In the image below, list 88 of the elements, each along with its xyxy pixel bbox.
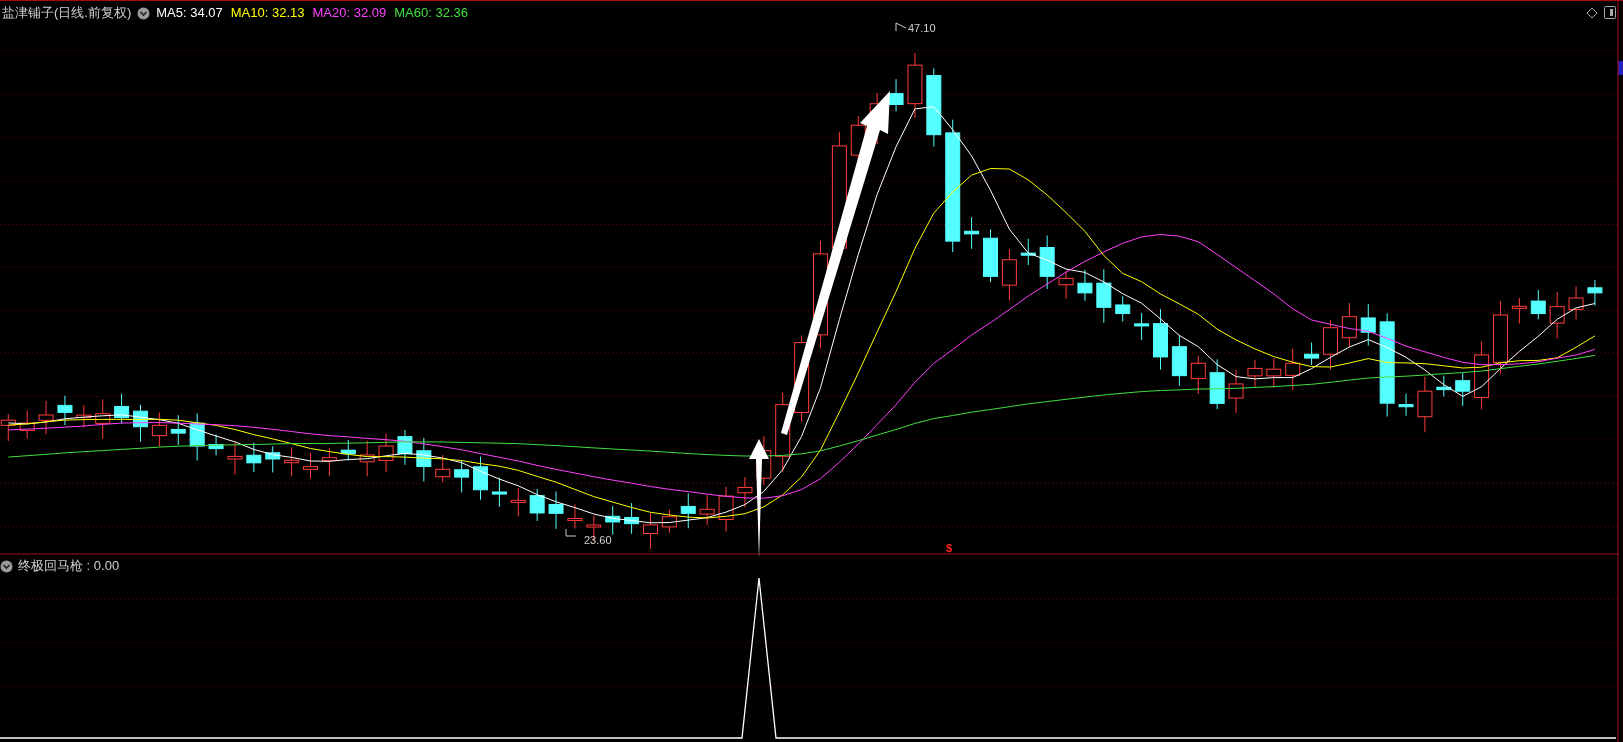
candlestick: [133, 404, 148, 443]
candlestick: [718, 486, 734, 532]
candlestick: [76, 404, 92, 429]
candlestick: [151, 412, 167, 448]
candlestick: [1153, 308, 1168, 371]
indicator-label: 终极回马枪 : 0.00: [18, 557, 120, 576]
diamond-icon[interactable]: [1586, 7, 1598, 19]
chart-title: 盐津铺子(日线.前复权): [1, 4, 132, 23]
candlestick: [19, 409, 35, 439]
candlestick: [38, 400, 54, 435]
candlestick: [1323, 319, 1338, 371]
panel-toggle-icon[interactable]: [1604, 6, 1616, 19]
collapse-icon[interactable]: [0, 559, 13, 573]
candlestick: [737, 476, 753, 508]
candlestick: [964, 216, 980, 250]
candlestick: [114, 393, 130, 424]
candlestick: [1039, 235, 1055, 290]
moving-average-value: MA10: 32.13: [230, 4, 305, 23]
scroll-marker[interactable]: [1618, 61, 1623, 75]
candlestick: [1247, 359, 1263, 388]
candlestick: [567, 503, 583, 529]
candlestick: [1020, 238, 1036, 266]
collapse-icon[interactable]: [137, 6, 151, 20]
signal-marker: $: [946, 541, 953, 556]
leader-line: [895, 22, 907, 32]
candlestick: [1455, 372, 1471, 407]
candlestick: [1530, 289, 1546, 320]
moving-average-value: MA5: 34.07: [156, 4, 223, 23]
candlestick: [643, 512, 658, 550]
candlestick: [983, 228, 998, 283]
candlestick: [510, 487, 526, 517]
candlestick: [435, 454, 451, 483]
candlestick: [529, 488, 545, 522]
candlestick: [57, 395, 73, 426]
candlestick: [1304, 341, 1320, 366]
candlestick: [548, 490, 564, 530]
candlestick: [1096, 268, 1112, 324]
candlestick: [265, 445, 281, 473]
candlestick: [397, 429, 413, 466]
candlestick: [1568, 286, 1584, 320]
moving-average-value: MA20: 32.09: [312, 4, 387, 23]
candlestick: [170, 414, 186, 446]
candlestick: [208, 434, 224, 456]
candlestick: [661, 509, 677, 534]
candlestick: [624, 502, 640, 535]
candlestick: [1360, 303, 1376, 347]
candlestick: [454, 459, 470, 493]
candlestick: [1549, 291, 1565, 339]
candlestick: [1341, 302, 1357, 348]
moving-average-value: MA60: 32.36: [394, 4, 468, 23]
candlestick: [1190, 355, 1206, 395]
candlestick: [303, 451, 318, 479]
candlestick: [1474, 340, 1490, 410]
candlestick: [605, 505, 621, 536]
candlestick: [1077, 269, 1093, 302]
candlestick: [227, 441, 243, 475]
candlestick: [246, 442, 262, 473]
candlestick: [1587, 279, 1603, 307]
candlestick: [416, 437, 432, 482]
candlestick: [1209, 358, 1225, 410]
candlestick: [888, 78, 904, 112]
candlestick: [1001, 248, 1017, 301]
candlestick: [680, 492, 696, 529]
candlestick: [1115, 295, 1131, 322]
candlestick: [284, 446, 300, 477]
candlestick: [1398, 393, 1414, 417]
low-price-label: 23.60: [584, 533, 612, 548]
candlestick: [378, 433, 394, 473]
candlestick: [95, 398, 111, 440]
candlestick: [1417, 376, 1433, 433]
candlestick: [699, 494, 715, 526]
candlestick: [473, 456, 488, 501]
candlestick: [321, 447, 337, 477]
candlestick: [1511, 297, 1527, 324]
candlestick: [340, 439, 356, 462]
candlestick: [1058, 270, 1074, 300]
candlestick: [1285, 348, 1301, 391]
high-price-label: 47.10: [908, 21, 936, 36]
candlestick: [1436, 375, 1452, 397]
candlestick: [1228, 369, 1244, 414]
candlestick: [1266, 357, 1282, 389]
candlestick: [1134, 312, 1150, 341]
leader-line: [565, 528, 577, 537]
candlestick: [491, 477, 507, 508]
candlestick: [359, 440, 375, 477]
candlestick: [189, 413, 205, 462]
candlestick: [907, 52, 923, 119]
candlestick: [1171, 334, 1187, 387]
